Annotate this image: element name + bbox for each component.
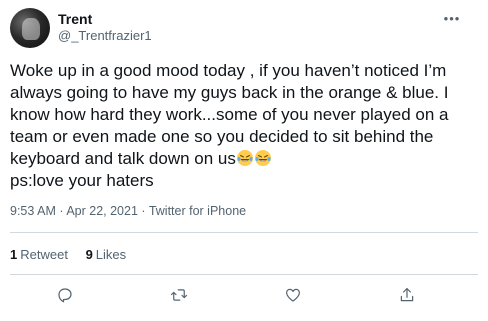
divider — [10, 232, 478, 233]
tweet-stats: 1 Retweet 9 Likes — [10, 247, 140, 262]
tweet-header: Trent @_Trentfrazier1 ••• — [10, 6, 478, 48]
likes-stat[interactable]: 9 Likes — [86, 247, 127, 262]
likes-count: 9 — [85, 247, 93, 262]
tweet-actions — [0, 282, 488, 308]
share-icon — [400, 288, 414, 302]
divider — [10, 274, 478, 275]
more-options-icon[interactable]: ••• — [442, 8, 462, 28]
retweet-button[interactable] — [166, 282, 192, 308]
author-handle[interactable]: @_Trentfrazier1 — [58, 28, 152, 44]
author-names: Trent @_Trentfrazier1 — [58, 10, 152, 44]
likes-label: Likes — [95, 247, 127, 262]
rolling-on-floor-laughing-emoji — [254, 150, 271, 166]
author-display-name[interactable]: Trent — [58, 10, 152, 28]
heart-icon — [286, 288, 300, 302]
reply-button[interactable] — [52, 282, 78, 308]
tweet-time[interactable]: 9:53 AM — [10, 204, 56, 218]
like-button[interactable] — [280, 282, 306, 308]
retweet-icon — [170, 289, 188, 301]
retweets-label: Retweet — [20, 247, 68, 262]
tweet-card: Trent @_Trentfrazier1 ••• Woke up in a g… — [0, 0, 488, 321]
tweet-text-main: Woke up in a good mood today , if you ha… — [10, 61, 454, 168]
tweet-text-end: ps:love your haters — [10, 171, 154, 190]
tweet-date[interactable]: Apr 22, 2021 — [66, 204, 138, 218]
avatar[interactable] — [10, 8, 50, 48]
rolling-on-floor-laughing-emoji — [236, 150, 253, 166]
tweet-source[interactable]: Twitter for iPhone — [149, 204, 246, 218]
retweets-count: 1 — [10, 247, 18, 262]
meta-separator: · — [141, 204, 146, 218]
meta-separator: · — [59, 204, 64, 218]
tweet-text: Woke up in a good mood today , if you ha… — [10, 60, 480, 192]
reply-icon — [58, 288, 72, 303]
tweet-meta: 9:53 AM · Apr 22, 2021 · Twitter for iPh… — [10, 204, 246, 218]
retweets-stat[interactable]: 1 Retweet — [10, 247, 68, 262]
share-button[interactable] — [394, 282, 420, 308]
